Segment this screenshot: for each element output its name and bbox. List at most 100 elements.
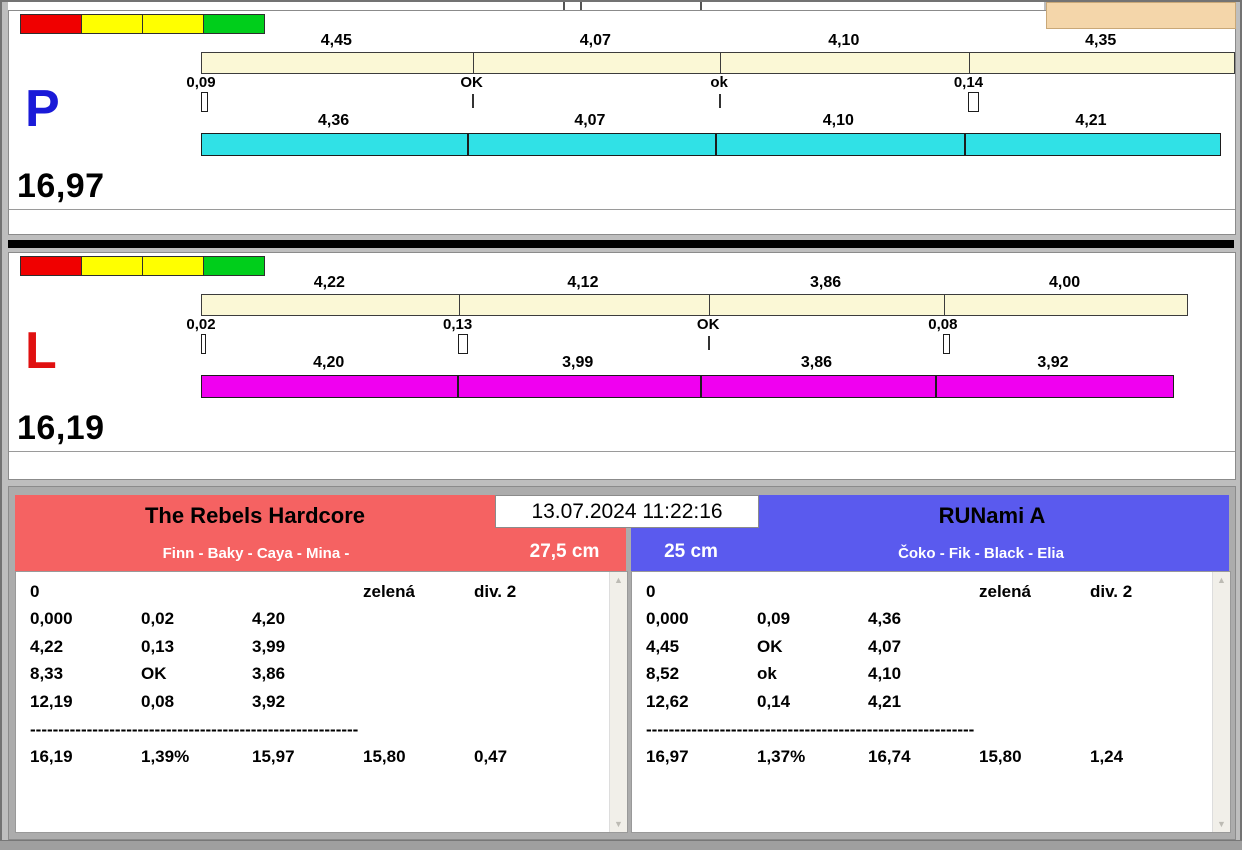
segment-divider bbox=[969, 53, 971, 73]
result-cell: 3,99 bbox=[252, 636, 286, 656]
segment-divider bbox=[467, 133, 470, 156]
split-value: 3,92 bbox=[1037, 354, 1069, 371]
split-value: 4,07 bbox=[579, 32, 611, 49]
top-strip-tick bbox=[580, 2, 582, 10]
result-cell: 1,24 bbox=[1090, 746, 1124, 766]
lane-total-time: 16,97 bbox=[17, 167, 105, 205]
lane-total-time: 16,19 bbox=[17, 409, 105, 447]
result-cell: 16,97 bbox=[646, 746, 689, 766]
result-cell: 4,20 bbox=[252, 609, 286, 628]
start-light bbox=[142, 14, 204, 34]
segment-divider bbox=[709, 295, 711, 315]
upper-split-labels: 4,45 4,07 4,10 4,35 bbox=[9, 32, 1235, 50]
result-cell: 0,13 bbox=[141, 636, 175, 656]
result-row: 0,000 0,09 4,36 bbox=[646, 606, 1208, 633]
split-value: 0,14 bbox=[953, 74, 984, 91]
divider-dashes: ----------------------------------------… bbox=[646, 719, 975, 739]
split-value: OK bbox=[696, 316, 720, 333]
cross-fault-box bbox=[942, 334, 950, 354]
background-window-fragment bbox=[1046, 2, 1236, 29]
scroll-up-icon[interactable]: ▲ bbox=[610, 572, 627, 588]
net-time-bar bbox=[201, 133, 1221, 156]
top-strip-tick bbox=[700, 2, 702, 10]
result-cell: 0,02 bbox=[141, 609, 175, 628]
result-cell: 1,37% bbox=[757, 746, 806, 766]
segment-divider bbox=[457, 375, 460, 398]
lane-inner-divider bbox=[9, 209, 1235, 210]
split-value: 4,10 bbox=[828, 32, 860, 49]
result-cell: 0 bbox=[646, 581, 656, 601]
split-value: 4,20 bbox=[313, 354, 345, 371]
lane-letter: L bbox=[25, 322, 57, 380]
segment-divider bbox=[943, 295, 945, 315]
result-cell: 0,000 bbox=[646, 609, 689, 628]
scrollbar[interactable]: ▲ ▼ bbox=[1212, 572, 1230, 832]
start-light bbox=[203, 14, 265, 34]
segment-divider bbox=[963, 133, 966, 156]
result-cell: 3,86 bbox=[252, 664, 286, 683]
result-cell: 1,39% bbox=[141, 746, 190, 766]
result-cell: 0,14 bbox=[757, 691, 791, 711]
result-cell: 4,45 bbox=[646, 636, 680, 656]
cross-fault-box bbox=[968, 92, 979, 112]
upper-split-labels: 4,22 4,12 3,86 4,00 bbox=[9, 274, 1235, 292]
start-light bbox=[20, 14, 82, 34]
scroll-up-icon[interactable]: ▲ bbox=[1213, 572, 1230, 588]
result-cell: zelená bbox=[979, 581, 1031, 601]
split-value: 0,02 bbox=[186, 316, 216, 333]
team-name: RUNami A bbox=[938, 503, 1046, 528]
result-cell: 8,33 bbox=[30, 664, 64, 683]
team-result-log-left: ▲ ▼ 0 zelená div. 2 0,000 0,02 4,20 4,22 0,13 3,… bbox=[15, 571, 628, 833]
result-cell: 4,36 bbox=[868, 609, 902, 628]
cross-ok-tick bbox=[471, 94, 474, 108]
result-row: 8,33 OK 3,86 bbox=[30, 661, 605, 688]
start-light bbox=[142, 256, 204, 276]
cross-delta-marks bbox=[9, 334, 1235, 354]
result-cell: 0 bbox=[30, 581, 40, 601]
scrollbar[interactable]: ▲ ▼ bbox=[609, 572, 627, 832]
team-dogs: Finn - Baky - Caya - Mina - bbox=[162, 545, 350, 562]
status-strip bbox=[0, 840, 1242, 850]
divider-dashes: ----------------------------------------… bbox=[30, 719, 359, 739]
start-light bbox=[81, 256, 143, 276]
lane-inner-divider bbox=[9, 451, 1235, 452]
timing-app-window: 4,45 4,07 4,10 4,35 0,09 OK ok 0,14 4,36 4,07 4,… bbox=[0, 0, 1242, 850]
split-value: 4,00 bbox=[1048, 274, 1081, 291]
start-light bbox=[81, 14, 143, 34]
result-cell: 0,47 bbox=[474, 746, 508, 766]
segment-divider bbox=[934, 375, 937, 398]
segment-divider bbox=[472, 53, 474, 73]
result-cell: 3,92 bbox=[252, 691, 286, 711]
scroll-down-icon[interactable]: ▼ bbox=[1213, 816, 1230, 832]
result-cell: OK bbox=[757, 636, 783, 656]
window-top-strip bbox=[8, 2, 1044, 10]
jump-height: 25 cm bbox=[664, 541, 718, 562]
result-cell: 4,22 bbox=[30, 636, 64, 656]
team-dogs: Čoko - Fik - Black - Elia bbox=[898, 545, 1064, 562]
cross-delta-labels: 0,02 0,13 OK 0,08 bbox=[9, 316, 1235, 334]
start-lights bbox=[20, 256, 265, 276]
segment-divider bbox=[720, 53, 722, 73]
split-value: 4,12 bbox=[567, 274, 599, 291]
lane-letter: P bbox=[25, 80, 60, 138]
result-row: 8,52 ok 4,10 bbox=[646, 661, 1208, 688]
result-cell: 16,74 bbox=[868, 746, 911, 766]
split-value: 4,36 bbox=[317, 112, 350, 129]
team-name: The Rebels Hardcore bbox=[144, 503, 366, 528]
cross-delta-labels: 0,09 OK ok 0,14 bbox=[9, 74, 1235, 92]
result-row: 4,22 0,13 3,99 bbox=[30, 633, 605, 660]
cross-ok-tick bbox=[719, 94, 722, 108]
split-value: 0,08 bbox=[928, 316, 958, 333]
result-cell: 12,62 bbox=[646, 691, 689, 711]
start-lights bbox=[20, 14, 265, 34]
gross-time-bar bbox=[201, 294, 1188, 316]
top-strip-tick bbox=[563, 2, 565, 10]
gross-time-bar bbox=[201, 52, 1235, 74]
segment-divider bbox=[714, 133, 717, 156]
scroll-down-icon[interactable]: ▼ bbox=[610, 816, 627, 832]
result-row: 12,62 0,14 4,21 bbox=[646, 688, 1208, 715]
cross-ok-tick bbox=[708, 336, 711, 350]
result-cell: 15,80 bbox=[363, 746, 406, 766]
split-value: 3,99 bbox=[562, 354, 594, 371]
result-cell: div. 2 bbox=[1090, 581, 1133, 601]
